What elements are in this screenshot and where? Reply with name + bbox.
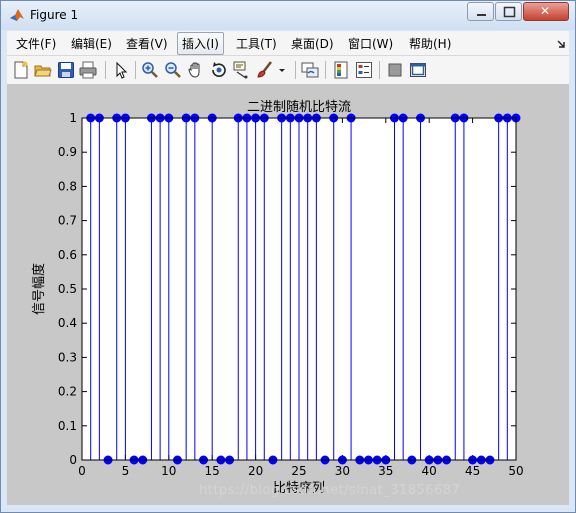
legend-icon[interactable] <box>355 61 373 79</box>
minimize-icon <box>477 14 486 16</box>
toolbar-separator <box>295 61 296 79</box>
menu-desktop[interactable]: 桌面(D) <box>291 35 334 52</box>
x-tick-label: 35 <box>378 464 393 478</box>
save-icon[interactable] <box>57 61 75 79</box>
menu-tools[interactable]: 工具(T) <box>236 35 277 52</box>
menu-insert[interactable]: 插入(I) <box>177 32 224 55</box>
menu-view[interactable]: 查看(V) <box>126 35 168 52</box>
x-tick-label: 25 <box>291 464 306 478</box>
undock-arrow-icon[interactable] <box>556 39 566 49</box>
window-title: Figure 1 <box>30 8 79 22</box>
toolbar-separator <box>325 61 326 79</box>
y-tick-label: 0.5 <box>58 282 77 296</box>
menu-file[interactable]: 文件(F) <box>16 35 56 52</box>
x-tick-label: 5 <box>122 464 130 478</box>
watermark-text: https://blog.csdn.net/sinat_31856687 <box>199 483 461 498</box>
y-axis-label: 信号幅度 <box>31 263 47 315</box>
toolbar-separator <box>135 61 136 79</box>
colorbar-icon[interactable] <box>332 61 350 79</box>
title-bar[interactable]: Figure 1 ✕ <box>1 1 575 30</box>
chart-title: 二进制随机比特流 <box>247 100 351 115</box>
y-tick-label: 1 <box>69 111 77 125</box>
y-tick-label: 0.3 <box>58 350 77 364</box>
brush-dropdown-icon[interactable] <box>277 61 287 79</box>
minimize-button[interactable] <box>467 2 494 21</box>
y-tick-label: 0.6 <box>58 248 77 262</box>
y-tick-label: 0.4 <box>58 316 77 330</box>
y-tick-label: 0.9 <box>58 145 77 159</box>
y-tick-label: 0.2 <box>58 385 77 399</box>
x-tick-label: 40 <box>422 464 437 478</box>
x-tick-label: 0 <box>78 464 86 478</box>
y-tick-label: 0 <box>69 453 77 467</box>
zoom-in-icon[interactable] <box>141 61 159 79</box>
y-tick-label: 0.1 <box>58 419 77 433</box>
zoom-out-icon[interactable] <box>164 61 182 79</box>
menu-bar: 文件(F) 编辑(E) 查看(V) 插入(I) 工具(T) 桌面(D) 窗口(W… <box>7 31 569 56</box>
show-plot-tools-icon[interactable] <box>409 61 427 79</box>
rotate-3d-icon[interactable] <box>210 61 228 79</box>
x-tick-label: 45 <box>465 464 480 478</box>
hide-plot-tools-icon[interactable] <box>386 61 404 79</box>
print-icon[interactable] <box>79 61 97 79</box>
edit-plot-arrow-icon[interactable] <box>112 61 130 79</box>
figure-window: Figure 1 ✕ 文件(F) 编辑(E) 查看(V) 插入(I) 工具(T)… <box>0 0 576 513</box>
figure-toolbar <box>7 56 569 85</box>
x-tick-label: 30 <box>335 464 350 478</box>
maximize-button[interactable] <box>495 2 522 21</box>
new-figure-icon[interactable] <box>12 61 30 79</box>
close-button[interactable]: ✕ <box>523 2 569 21</box>
data-cursor-icon[interactable] <box>233 61 251 79</box>
toolbar-separator <box>379 61 380 79</box>
x-tick-label: 15 <box>205 464 220 478</box>
pan-hand-icon[interactable] <box>187 61 205 79</box>
open-file-icon[interactable] <box>34 61 52 79</box>
toolbar-separator <box>105 61 106 79</box>
matlab-logo-icon <box>10 9 24 21</box>
x-tick-label: 10 <box>161 464 176 478</box>
x-tick-label: 50 <box>508 464 523 478</box>
menu-edit[interactable]: 编辑(E) <box>71 35 112 52</box>
link-plot-icon[interactable] <box>301 61 319 79</box>
maximize-icon <box>503 6 516 18</box>
menu-help[interactable]: 帮助(H) <box>409 35 451 52</box>
stem-plot: 00.10.20.30.40.50.60.70.80.910 5 10 15 20 25 3… <box>31 100 524 496</box>
y-tick-label: 0.7 <box>58 214 77 228</box>
y-tick-label: 0.8 <box>58 179 77 193</box>
close-icon: ✕ <box>540 4 551 18</box>
figure-canvas[interactable]: 0 0.1 0.2 0.3 0.4 0.5 0.6 0.7 0.8 0.9 1 0 5 10 15 20 25 3… <box>7 85 569 505</box>
x-tick-label: 20 <box>248 464 263 478</box>
menu-window[interactable]: 窗口(W) <box>348 35 393 52</box>
brush-icon[interactable] <box>256 61 274 79</box>
